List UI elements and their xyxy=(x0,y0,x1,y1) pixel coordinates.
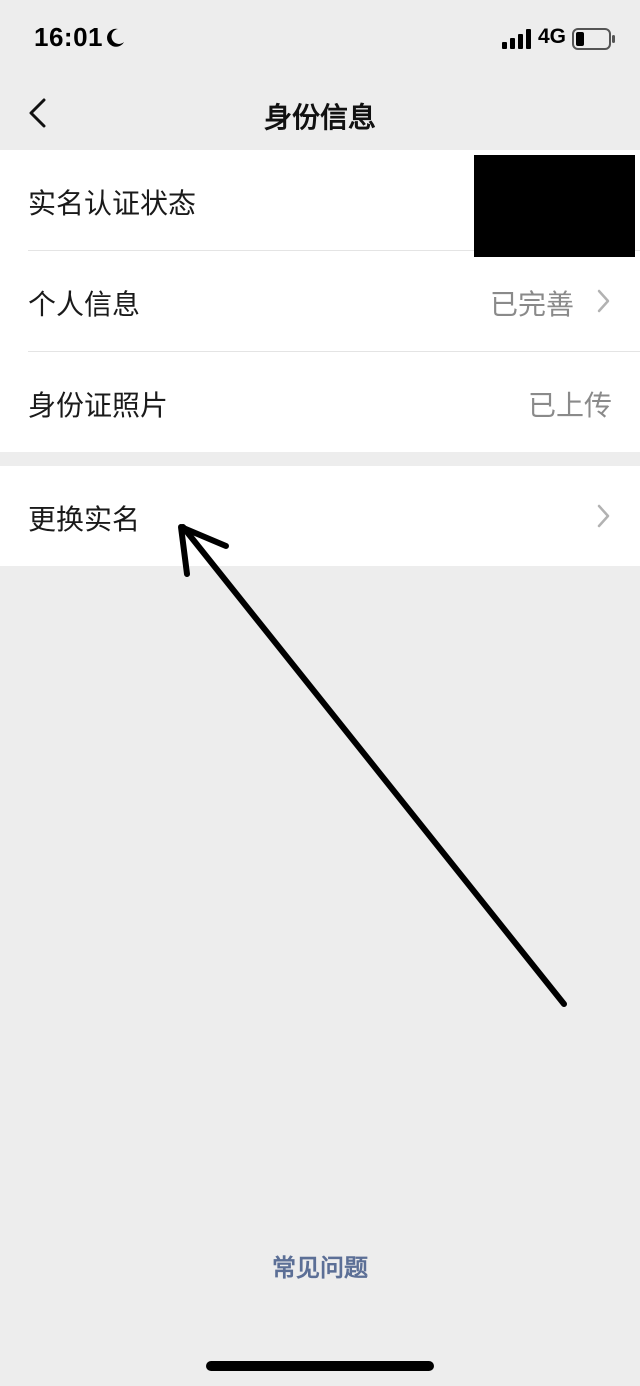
chevron-right-icon xyxy=(597,289,610,313)
row-personal-info[interactable]: 个人信息 已完善 xyxy=(0,251,640,351)
home-indicator[interactable] xyxy=(206,1361,434,1371)
status-bar: 16:01 4G xyxy=(0,0,640,80)
change-name-list: 更换实名 xyxy=(0,466,640,566)
row-label: 实名认证状态 xyxy=(28,187,197,220)
page-title: 身份信息 xyxy=(263,101,376,134)
row-value: 已上传 xyxy=(527,389,612,422)
faq-link[interactable]: 常见问题 xyxy=(0,1248,640,1283)
battery-icon xyxy=(572,28,615,50)
status-time: 16:01 xyxy=(34,22,103,52)
row-label: 更换实名 xyxy=(28,503,141,536)
row-change-real-name[interactable]: 更换实名 xyxy=(0,466,640,566)
redaction-box xyxy=(474,155,635,257)
network-type: 4G xyxy=(538,25,567,48)
row-value: 已完善 xyxy=(489,288,574,321)
row-id-photo[interactable]: 身份证照片 已上传 xyxy=(0,352,640,452)
row-label: 身份证照片 xyxy=(28,389,169,422)
signal-icon xyxy=(502,29,531,49)
chevron-right-icon xyxy=(597,504,610,528)
nav-bar: 身份信息 xyxy=(0,80,640,150)
row-label: 个人信息 xyxy=(28,288,141,321)
moon-icon xyxy=(107,28,124,47)
